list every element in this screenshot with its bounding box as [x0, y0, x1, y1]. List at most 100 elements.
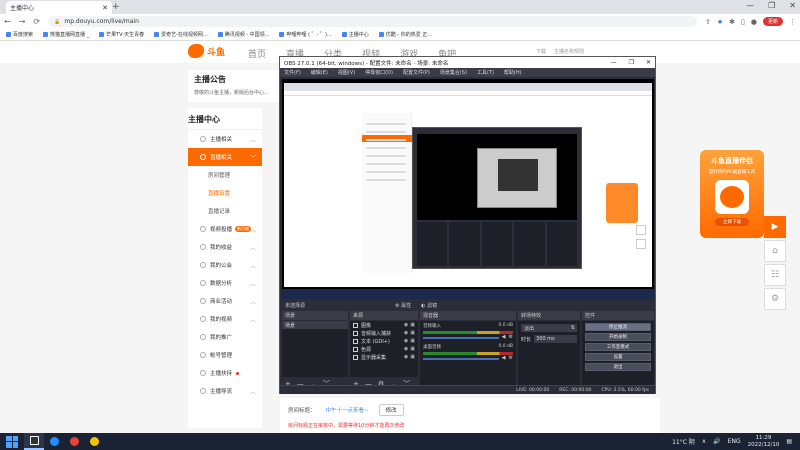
bookmark-item[interactable]: 腾讯视频 - 中国领... [217, 31, 269, 38]
duration-input[interactable]: 300 ms [534, 335, 577, 343]
bookmark-item[interactable]: 熊猫直播网直播 _ [43, 31, 89, 38]
taskbar-app-icon[interactable] [84, 433, 104, 450]
mixer-settings-icon[interactable]: ⚙ [509, 334, 513, 340]
visibility-eye-icon[interactable]: ◉ [404, 338, 408, 344]
source-item[interactable]: 文本 (GDI+) ◉ ▣ [350, 337, 418, 345]
volume-slider[interactable] [423, 358, 499, 360]
tray-chevron-icon[interactable]: ∧ [702, 438, 706, 445]
mixer-settings-icon[interactable]: ⚙ [509, 355, 513, 361]
sidebar-item[interactable]: 主播导流 ︿ [188, 382, 262, 400]
douyu-logo[interactable]: 斗鱼 [188, 44, 225, 58]
taskbar-app-icon[interactable] [44, 433, 64, 450]
bookmark-item[interactable]: 芒果TV-天生青春 [99, 31, 144, 38]
bookmark-item[interactable]: 优酷 - 你的热爱 正... [378, 31, 432, 38]
transition-select[interactable]: 淡出 ⇅ [521, 324, 577, 332]
obs-menu-item[interactable]: 停靠窗口(D) [365, 69, 393, 76]
visibility-eye-icon[interactable]: ◉ [404, 354, 408, 360]
obs-menu-item[interactable]: 帮助(H) [504, 69, 522, 76]
obs-control-button[interactable]: 工作室模式 [585, 343, 651, 351]
visibility-eye-icon[interactable]: ◉ [404, 346, 408, 352]
obs-control-button[interactable]: 停止推流 [585, 323, 651, 331]
notifications-icon[interactable]: ▤ [786, 438, 792, 445]
companion-promo[interactable]: 斗鱼直播伴侣 超好用的PC端直播工具 立即下载 [700, 150, 764, 238]
list-icon[interactable]: ☷ [764, 264, 786, 286]
obs-close-icon[interactable]: ✕ [646, 59, 651, 66]
sidebar-item[interactable]: 视频投播 新功能 ︿ [188, 220, 262, 238]
obs-menu-item[interactable]: 编辑(E) [311, 69, 328, 76]
volume-icon[interactable]: 🔊 [713, 438, 720, 445]
speaker-icon[interactable]: ◀ [502, 355, 506, 361]
sidebar-item[interactable]: 我的视频 ︿ [188, 310, 262, 328]
visibility-eye-icon[interactable]: ◉ [404, 330, 408, 336]
settings-icon[interactable]: ⚙ [764, 288, 786, 310]
close-tab-icon[interactable]: ✕ [102, 4, 108, 12]
maximize-icon[interactable]: ❐ [768, 1, 775, 10]
extensions-icon[interactable]: ✱ [729, 18, 735, 26]
obs-menu-item[interactable]: 视图(V) [338, 69, 355, 76]
lock-icon[interactable]: ▣ [410, 346, 415, 352]
scene-item[interactable]: 场景 [282, 321, 348, 329]
windows-start-icon[interactable] [6, 435, 18, 448]
forward-icon[interactable]: → [19, 17, 26, 26]
sidebar-item[interactable]: 帐号管理 [188, 346, 262, 364]
lock-icon[interactable]: ▣ [410, 330, 415, 336]
obs-menu-item[interactable]: 文件(F) [284, 69, 301, 76]
obs-maximize-icon[interactable]: ❐ [629, 59, 634, 66]
promo-download-button[interactable]: 立即下载 [715, 218, 749, 226]
bookmark-star-icon[interactable]: ★ [717, 18, 723, 26]
bookmark-item[interactable]: 百度搜索 [6, 31, 33, 38]
sidebar-item[interactable]: 主播扶持 [188, 364, 262, 382]
back-icon[interactable]: ← [4, 17, 11, 26]
lock-icon[interactable]: ▣ [410, 338, 415, 344]
sidebar-item[interactable]: 商业活动 ︿ [188, 292, 262, 310]
obs-control-button[interactable]: 退出 [585, 363, 651, 371]
speaker-icon[interactable]: ◀ [502, 334, 506, 340]
browser-tab[interactable]: 主播中心 ✕ [6, 1, 112, 14]
sidebar-subitem[interactable]: 直播记录 [188, 202, 262, 220]
language-indicator[interactable]: ENG [728, 438, 741, 445]
home-icon[interactable]: ⌂ [764, 240, 786, 262]
obs-menu-item[interactable]: 配置文件(P) [403, 69, 430, 76]
sidebar-subitem[interactable]: 房间管理 [188, 166, 262, 184]
url-input[interactable]: 🔒 mp.douyu.com/live/main [48, 16, 697, 27]
clock[interactable]: 11:29 2022/12/10 [748, 435, 780, 449]
user-name-link[interactable]: 主播名称规则 [554, 48, 584, 55]
visibility-eye-icon[interactable]: ◉ [404, 322, 408, 328]
sidebar-item[interactable]: 主播相关 ︿ [188, 130, 262, 148]
obs-menu-item[interactable]: 场景集合(S) [440, 69, 467, 76]
minimize-icon[interactable]: — [746, 1, 754, 10]
account-icon[interactable]: ● [751, 18, 757, 26]
taskbar-app-icon[interactable] [64, 433, 84, 450]
bookmark-item[interactable]: 主播中心 [341, 31, 369, 38]
weather-text[interactable]: 11°C 阴 [672, 437, 695, 446]
menu-icon[interactable]: ⋮ [789, 18, 796, 26]
sidebar-item[interactable]: 数据分析 ︿ [188, 274, 262, 292]
reload-icon[interactable]: ⟳ [33, 17, 40, 26]
site-nav-item[interactable]: 首页 [248, 47, 266, 60]
lock-icon[interactable]: ▣ [410, 354, 415, 360]
share-icon[interactable]: ⇪ [705, 18, 711, 26]
bookmark-item[interactable]: 爱奇艺-在线视频网... [154, 31, 208, 38]
taskbar-app-icon[interactable] [24, 433, 44, 450]
play-icon[interactable]: ▶ [764, 216, 786, 238]
properties-button[interactable]: ⚙ 属性 [395, 302, 411, 309]
sidebar-subitem[interactable]: 直播设置 [188, 184, 262, 202]
obs-control-button[interactable]: 开始录制 [585, 333, 651, 341]
announcement-text[interactable]: 尊敬的斗鱼主播，新版后台中心... [194, 89, 274, 96]
sidebar-item[interactable]: 我的收益 ︿ [188, 238, 262, 256]
sidebar-item[interactable]: 我的推广 [188, 328, 262, 346]
source-item[interactable]: 显示器采集 ◉ ▣ [350, 353, 418, 361]
bookmark-item[interactable]: 哔哩哔哩 ( ゜- ゜)... [279, 31, 332, 38]
lock-icon[interactable]: ▣ [410, 322, 415, 328]
obs-menu-item[interactable]: 工具(T) [477, 69, 494, 76]
volume-slider[interactable] [423, 337, 499, 339]
source-item[interactable]: 图像 ◉ ▣ [350, 321, 418, 329]
obs-control-button[interactable]: 设置 [585, 353, 651, 361]
edit-room-title-button[interactable]: 修改 [378, 404, 404, 416]
filters-button[interactable]: ◐ 滤镜 [421, 302, 437, 309]
sidebar-item[interactable]: 直播相关 ﹀ [188, 148, 262, 166]
source-item[interactable]: 音频输入捕获 ◉ ▣ [350, 329, 418, 337]
close-icon[interactable]: ✕ [789, 1, 796, 10]
new-tab-icon[interactable]: + [112, 2, 120, 12]
source-item[interactable]: 色源 ◉ ▣ [350, 345, 418, 353]
